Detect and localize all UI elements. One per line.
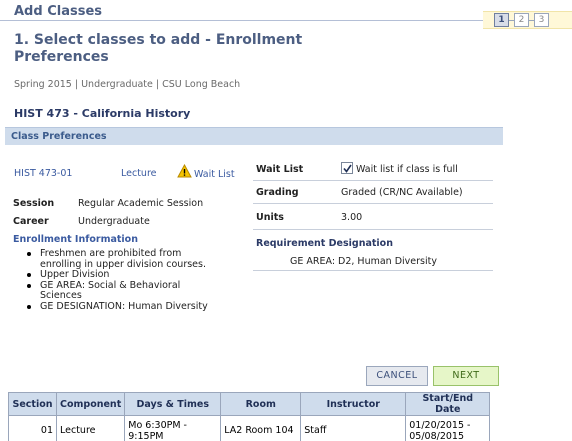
row-divider: [253, 229, 493, 230]
checkmark-icon: [343, 164, 352, 173]
class-number: HIST 473-01: [14, 168, 73, 179]
warning-triangle-icon: [177, 164, 192, 178]
enrollment-info-heading: Enrollment Information: [13, 234, 138, 245]
waitlist-checkbox-label[interactable]: Wait list if class is full: [356, 164, 458, 175]
page-header: Add Classes: [14, 4, 102, 19]
cell-days-times: Mo 6:30PM - 9:15PM: [124, 415, 222, 441]
units-value: 3.00: [341, 212, 363, 223]
grading-value: Graded (CR/NC Available): [341, 187, 463, 198]
column-header: Days & Times: [124, 392, 222, 416]
row-divider: [253, 180, 493, 181]
step-2: 2: [514, 13, 529, 27]
session-value: Regular Academic Session: [78, 198, 204, 209]
cancel-button[interactable]: CANCEL: [366, 366, 428, 386]
column-header: Room: [220, 392, 302, 416]
session-label: Session: [13, 198, 55, 209]
list-item: Upper Division: [27, 269, 220, 281]
list-item: GE DESIGNATION: Human Diversity: [27, 301, 220, 313]
cell-dates: 01/20/2015 - 05/08/2015: [405, 415, 491, 441]
waitlist-label: Wait List: [256, 164, 304, 175]
cell-component: Lecture: [55, 415, 126, 441]
next-button[interactable]: NEXT: [433, 366, 499, 386]
career-label: Career: [13, 216, 49, 227]
table-header-row: Section Component Days & Times Room Inst…: [8, 392, 491, 416]
class-component: Lecture: [121, 168, 157, 179]
header-divider: [0, 20, 490, 21]
step-3: 3: [534, 13, 549, 27]
course-title: HIST 473 - California History: [14, 107, 191, 120]
units-label: Units: [256, 212, 284, 223]
section-title: Class Preferences: [11, 131, 107, 142]
column-header: Component: [55, 392, 126, 416]
cell-section: 01: [8, 415, 57, 441]
cell-room: LA2 Room 104: [220, 415, 302, 441]
row-divider: [253, 203, 493, 204]
list-item: Freshmen are prohibited from enrolling i…: [27, 248, 220, 270]
requirement-heading: Requirement Designation: [256, 238, 393, 249]
step-1: 1: [494, 13, 509, 27]
row-divider: [253, 270, 493, 271]
step-title: 1. Select classes to add - Enrollment Pr…: [14, 32, 303, 65]
cell-instructor: Staff: [300, 415, 407, 441]
wait-list-link[interactable]: Wait List: [194, 169, 235, 180]
list-item: GE AREA: Social & Behavioral Sciences: [27, 280, 220, 302]
waitlist-checkbox[interactable]: [341, 162, 353, 174]
grading-label: Grading: [256, 187, 299, 198]
column-header: Instructor: [300, 392, 407, 416]
column-header: Start/End Date: [405, 392, 491, 416]
class-preferences-bar: Class Preferences: [5, 127, 503, 145]
column-header: Section: [8, 392, 57, 416]
step-indicator: 1 2 3: [494, 13, 549, 27]
requirement-value: GE AREA: D2, Human Diversity: [290, 256, 437, 267]
class-section-table: Section Component Days & Times Room Inst…: [8, 392, 491, 441]
term-info: Spring 2015 | Undergraduate | CSU Long B…: [14, 79, 241, 90]
career-value: Undergraduate: [78, 216, 150, 227]
table-row: 01 Lecture Mo 6:30PM - 9:15PM LA2 Room 1…: [8, 415, 491, 441]
enrollment-info-list: Freshmen are prohibited from enrolling i…: [27, 248, 220, 313]
